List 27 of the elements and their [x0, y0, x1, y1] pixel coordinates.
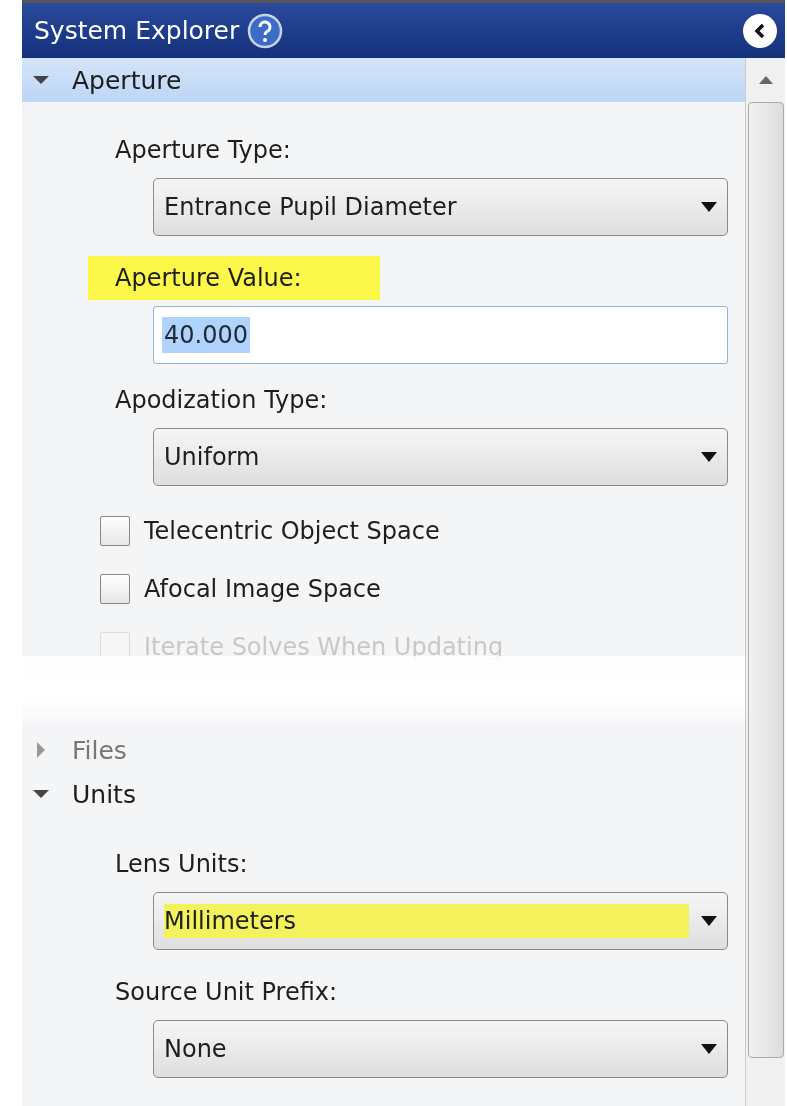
input-field[interactable]: 40.000: [153, 306, 728, 364]
scroll-thumb[interactable]: [747, 102, 784, 1058]
dropdown[interactable]: Uniform: [153, 428, 728, 486]
dropdown[interactable]: None: [153, 1020, 728, 1078]
field-label: Apodization Type:: [115, 385, 328, 416]
panel-title: System Explorer: [34, 16, 240, 45]
help-icon[interactable]: [247, 12, 284, 49]
caret-icon: [701, 916, 717, 926]
checkbox[interactable]: [100, 516, 130, 546]
collapse-button[interactable]: [743, 13, 777, 48]
field-label: Aperture Value:: [88, 256, 380, 300]
field-label: Lens Units:: [115, 849, 248, 880]
section-header[interactable]: Files: [22, 728, 745, 772]
dropdown[interactable]: Millimeters: [153, 892, 728, 950]
caret-icon: [701, 452, 717, 462]
up-arrow-icon: [758, 76, 773, 84]
scrollbar[interactable]: [745, 58, 785, 1106]
dropdown[interactable]: Entrance Pupil Diameter: [153, 178, 728, 236]
checkbox-label: Afocal Image Space: [144, 575, 381, 603]
checkbox-label: Telecentric Object Space: [144, 517, 440, 545]
caret-icon: [701, 1044, 717, 1054]
caret-icon: [701, 202, 717, 212]
section-header[interactable]: Aperture: [22, 58, 745, 102]
section-header[interactable]: Units: [22, 772, 745, 816]
field-label: Aperture Type:: [115, 135, 291, 166]
field-label: Source Unit Prefix:: [115, 977, 338, 1008]
checkbox[interactable]: [100, 574, 130, 604]
